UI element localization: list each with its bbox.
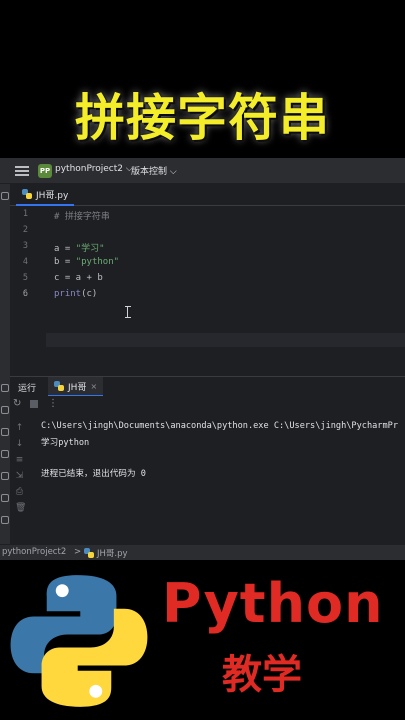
close-icon[interactable]: × <box>90 382 97 391</box>
scroll-to-end-icon[interactable]: ⇲ <box>15 472 24 481</box>
scroll-up-icon[interactable]: ↑ <box>15 424 24 433</box>
services-icon[interactable] <box>1 472 9 480</box>
line-number: 5 <box>22 273 28 283</box>
version-control-icon[interactable] <box>1 494 9 502</box>
code-token: (c) <box>81 289 98 299</box>
console-exit-message: 进程已结束，退出代码为 0 <box>41 469 146 479</box>
editor-tabs: JH哥.py <box>10 184 405 206</box>
console-command: C:\Users\jingh\Documents\anaconda\python… <box>41 421 398 431</box>
stop-icon[interactable] <box>30 400 38 408</box>
left-tool-strip <box>0 184 10 560</box>
string-literal: "python" <box>75 257 120 267</box>
code-token: a = <box>54 244 76 254</box>
code-line-b: b = "python" <box>54 257 119 267</box>
run-toolbar: ↻ ⋮ <box>10 396 405 412</box>
run-tab-label: JH哥 <box>68 382 87 393</box>
status-bar: pythonProject2 > JH哥.py <box>0 544 405 560</box>
run-panel-header: 运行 JH哥 × <box>10 376 405 397</box>
python-console-icon[interactable] <box>1 406 9 414</box>
current-line-highlight <box>46 333 405 347</box>
soft-wrap-icon[interactable]: ≡ <box>15 456 24 465</box>
python-logo <box>10 575 148 707</box>
breadcrumb-separator: > <box>74 547 82 557</box>
project-selector[interactable]: pythonProject2 ⌵ <box>55 164 133 174</box>
breadcrumb-project[interactable]: pythonProject2 <box>2 547 66 557</box>
breadcrumb-file[interactable]: JH哥.py <box>97 547 128 559</box>
teaching-subtitle: 教学 <box>222 652 302 698</box>
python-file-icon <box>84 548 94 558</box>
code-line-a: a = "学习" <box>54 241 105 254</box>
project-badge[interactable]: PP <box>38 164 52 178</box>
builtin-function: print <box>54 289 82 299</box>
more-icon[interactable]: ⋮ <box>48 398 58 409</box>
rerun-icon[interactable]: ↻ <box>13 398 21 409</box>
run-panel-label: 运行 <box>18 384 37 394</box>
title-bar: PP pythonProject2 ⌵ 版本控制 ⌵ <box>0 158 405 184</box>
line-number-gutter: 1 2 3 4 5 6 <box>10 206 46 376</box>
line-number: 6 <box>22 289 28 299</box>
code-token: b = <box>54 257 76 267</box>
console-side-toolbar: ↑ ↓ ≡ ⇲ ⎙ 🗑 <box>10 412 28 542</box>
vcs-menu[interactable]: 版本控制 ⌵ <box>131 164 177 177</box>
print-icon[interactable]: ⎙ <box>15 488 24 497</box>
top-banner: 拼接字符串 <box>0 0 405 158</box>
banner-title: 拼接字符串 <box>75 89 330 147</box>
code-line-c: c = a + b <box>54 273 103 283</box>
terminal-icon[interactable] <box>1 428 9 436</box>
python-file-icon <box>54 381 64 391</box>
code-line-print: print(c) <box>54 289 97 299</box>
python-title: Python <box>162 572 384 635</box>
editor-tab-file[interactable]: JH哥.py <box>16 184 75 206</box>
line-number: 3 <box>22 241 28 251</box>
line-number: 1 <box>22 209 28 219</box>
run-tab[interactable]: JH哥 × <box>48 377 104 397</box>
editor-tab-label: JH哥.py <box>36 190 69 201</box>
main-menu-icon[interactable] <box>14 163 30 179</box>
code-editor[interactable]: 1 2 3 4 5 6 # 拼接字符串 a = "学习" b = "python… <box>10 206 405 376</box>
code-line-comment: # 拼接字符串 <box>54 212 110 222</box>
ide-window: PP pythonProject2 ⌵ 版本控制 ⌵ JH哥.py 1 2 3 … <box>0 158 405 560</box>
scroll-down-icon[interactable]: ↓ <box>15 440 24 449</box>
bottom-banner: Python 教学 <box>0 560 405 720</box>
run-tool-icon[interactable] <box>1 384 9 392</box>
line-number: 4 <box>22 257 28 267</box>
text-cursor-icon <box>125 306 131 318</box>
python-file-icon <box>22 189 32 199</box>
problems-icon[interactable] <box>1 450 9 458</box>
project-tool-icon[interactable] <box>1 192 9 200</box>
console-output-line: 学习python <box>41 438 90 448</box>
trash-icon[interactable]: 🗑 <box>15 504 26 513</box>
console-output[interactable]: C:\Users\jingh\Documents\anaconda\python… <box>41 416 405 526</box>
settings-icon[interactable] <box>1 516 9 524</box>
string-literal: "学习" <box>75 244 105 254</box>
line-number: 2 <box>22 225 28 235</box>
